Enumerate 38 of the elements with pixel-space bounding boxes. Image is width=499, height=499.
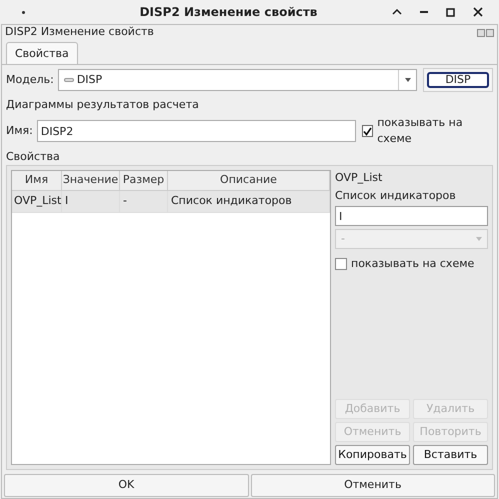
name-label: Имя: (6, 122, 33, 139)
shade-icon[interactable] (392, 9, 402, 15)
show-on-scheme-checkbox[interactable] (362, 125, 374, 137)
properties-label: Свойства (6, 149, 61, 165)
window-title: DISP2 Изменение свойств (140, 4, 318, 21)
show-on-scheme-label: показывать на схеме (351, 256, 474, 272)
minimize-icon[interactable] (420, 10, 428, 14)
panel-title: DISP2 Изменение свойств (5, 24, 155, 40)
dropdown-arrow-icon (404, 78, 410, 82)
maximize-icon[interactable] (446, 8, 455, 16)
column-header[interactable]: Описание (168, 171, 330, 190)
table-cell: OVP_List (12, 191, 62, 212)
float-icon[interactable] (477, 28, 485, 36)
close-icon[interactable] (473, 7, 483, 17)
column-header[interactable]: Имя (12, 171, 62, 190)
action-button[interactable]: Копировать (335, 445, 410, 465)
property-description: Список индикаторов (335, 188, 457, 204)
dialog-button[interactable]: OK (4, 474, 248, 497)
section-label: Диаграммы результатов расчета (6, 97, 200, 113)
action-button[interactable]: Вставить (413, 445, 488, 465)
value-field[interactable]: I (335, 206, 488, 226)
name-field[interactable]: DISP2 (36, 120, 356, 142)
show-on-scheme-label: показывать на схеме (377, 114, 464, 147)
table-cell: I (62, 191, 120, 212)
tab[interactable]: Свойства (6, 42, 78, 65)
model-button[interactable]: DISP (427, 72, 489, 88)
model-dropdown[interactable]: DISP (58, 69, 417, 91)
dropdown-arrow-icon (476, 237, 482, 241)
show-on-scheme-checkbox[interactable] (335, 258, 347, 270)
column-header[interactable]: Значение (62, 171, 120, 190)
table-cell: - (120, 191, 168, 212)
table-row[interactable]: OVP_List I - Список индикаторов (12, 191, 330, 213)
column-header[interactable]: Размер (120, 171, 168, 190)
property-name: OVP_List (335, 170, 384, 186)
dialog-button[interactable]: Отменить (250, 474, 495, 497)
table-cell: Список индикаторов (168, 191, 330, 212)
model-label: Модель: (6, 72, 54, 88)
model-icon (64, 78, 74, 82)
